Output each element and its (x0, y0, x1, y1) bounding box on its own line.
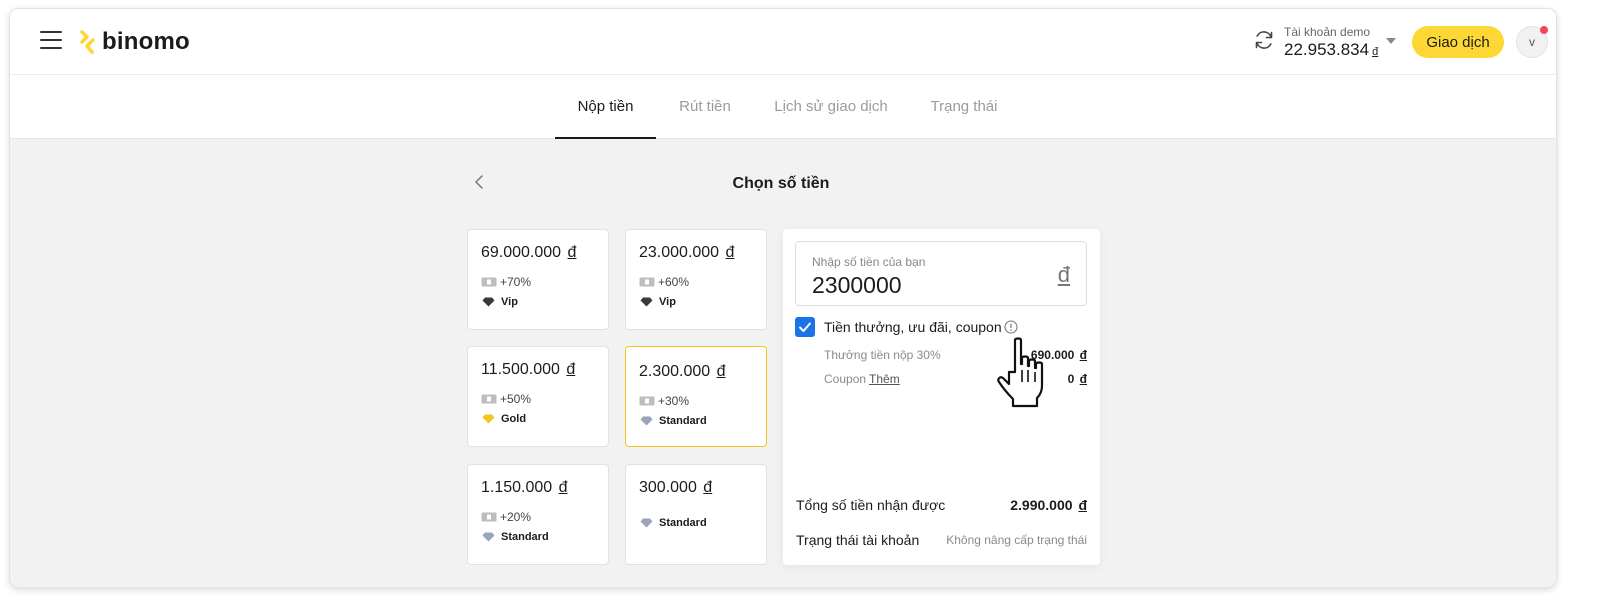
coupon-label: Coupon Thêm (824, 372, 900, 386)
tab-transaction-history[interactable]: Lịch sử giao dịch (768, 75, 894, 139)
deposit-bonus-value: 690.000 đ (1030, 348, 1087, 362)
standard-diamond-icon (640, 416, 653, 426)
tab-status[interactable]: Trạng thái (922, 75, 1006, 139)
account-switcher[interactable]: Tài khoản demo 22.953.834 đ (1284, 25, 1378, 62)
vip-diamond-icon (482, 297, 495, 307)
card-amount: 1.150.000 đ (481, 479, 568, 496)
ticket-icon (481, 394, 497, 404)
deposit-summary-panel: Nhập số tiền của bạn đ Tiền thưởng, ưu đ… (783, 229, 1100, 565)
card-bonus: +50% (481, 392, 531, 406)
card-amount: 23.000.000 đ (639, 244, 735, 261)
ticket-icon (639, 396, 655, 406)
lightning-logo-icon (80, 30, 95, 54)
account-type-label: Tài khoản demo (1284, 25, 1371, 39)
vip-diamond-icon (640, 297, 653, 307)
logo[interactable]: binomo (78, 28, 190, 56)
amount-field-label: Nhập số tiền của bạn (812, 255, 926, 269)
bonus-checkbox-label[interactable]: Tiền thưởng, ưu đãi, coupon (824, 319, 1002, 335)
coupon-value: 0 đ (1067, 372, 1087, 386)
amount-card[interactable]: 23.000.000 đ +60% Vip (625, 229, 767, 330)
amount-field[interactable]: Nhập số tiền của bạn đ (795, 241, 1087, 306)
ticket-icon (639, 277, 655, 287)
add-coupon-link[interactable]: Thêm (869, 372, 900, 386)
card-bonus: +20% (481, 510, 531, 524)
tab-bar: Nộp tiền Rút tiền Lịch sử giao dịch Trạn… (10, 75, 1556, 139)
amount-input[interactable] (812, 272, 1032, 299)
hamburger-menu-icon[interactable] (40, 31, 62, 49)
standard-diamond-icon (482, 532, 495, 542)
account-currency: đ (1372, 46, 1379, 58)
card-tier: Standard (640, 415, 707, 427)
checkmark-icon (799, 322, 811, 332)
card-tier: Gold (482, 413, 526, 425)
gold-diamond-icon (482, 414, 495, 424)
app-window: binomo Tài khoản demo 22.953.834 đ Giao d… (10, 9, 1556, 587)
total-received-value: 2.990.000 đ (1010, 497, 1087, 513)
top-bar: binomo Tài khoản demo 22.953.834 đ Giao d… (10, 9, 1556, 75)
amount-card[interactable]: 69.000.000 đ +70% Vip (467, 229, 609, 330)
amount-card[interactable]: 11.500.000 đ +50% Gold (467, 346, 609, 447)
tab-withdraw[interactable]: Rút tiền (670, 75, 740, 139)
ticket-icon (481, 277, 497, 287)
page-title: Chọn số tiền (732, 175, 830, 192)
active-tab-indicator (555, 137, 656, 139)
account-status-label: Trạng thái tài khoản (796, 532, 920, 548)
card-amount: 2.300.000 đ (639, 363, 726, 380)
caret-down-icon[interactable] (1386, 38, 1396, 44)
notification-dot (1540, 26, 1548, 34)
amount-card[interactable]: 300.000 đ Standard (625, 464, 767, 565)
amount-card[interactable]: 1.150.000 đ +20% Standard (467, 464, 609, 565)
card-bonus: +70% (481, 275, 531, 289)
amount-card-selected[interactable]: 2.300.000 đ +30% Standard (625, 346, 767, 447)
card-tier: Standard (640, 517, 707, 529)
info-icon[interactable] (1004, 320, 1018, 334)
card-tier: Vip (482, 296, 518, 308)
trade-button[interactable]: Giao dịch (1412, 26, 1504, 58)
tab-deposit[interactable]: Nộp tiền (555, 75, 656, 139)
bonus-checkbox[interactable] (795, 317, 815, 337)
deposit-bonus-label: Thưởng tiền nộp 30% (824, 348, 941, 362)
card-bonus: +30% (639, 394, 689, 408)
card-amount: 11.500.000 đ (481, 361, 576, 378)
card-bonus: +60% (639, 275, 689, 289)
standard-diamond-icon (640, 518, 653, 528)
card-tier: Vip (640, 296, 676, 308)
card-amount: 300.000 đ (639, 479, 713, 496)
total-received-label: Tổng số tiền nhận được (796, 497, 946, 513)
refresh-icon[interactable] (1252, 28, 1276, 52)
amount-currency: đ (1057, 262, 1070, 287)
back-chevron-icon[interactable] (473, 173, 485, 191)
ticket-icon (481, 512, 497, 522)
account-status-value: Không nâng cấp trạng thái (946, 533, 1087, 547)
logo-text: binomo (102, 28, 190, 55)
card-tier: Standard (482, 531, 549, 543)
card-amount: 69.000.000 đ (481, 244, 577, 261)
account-balance: 22.953.834 đ (1284, 40, 1379, 59)
